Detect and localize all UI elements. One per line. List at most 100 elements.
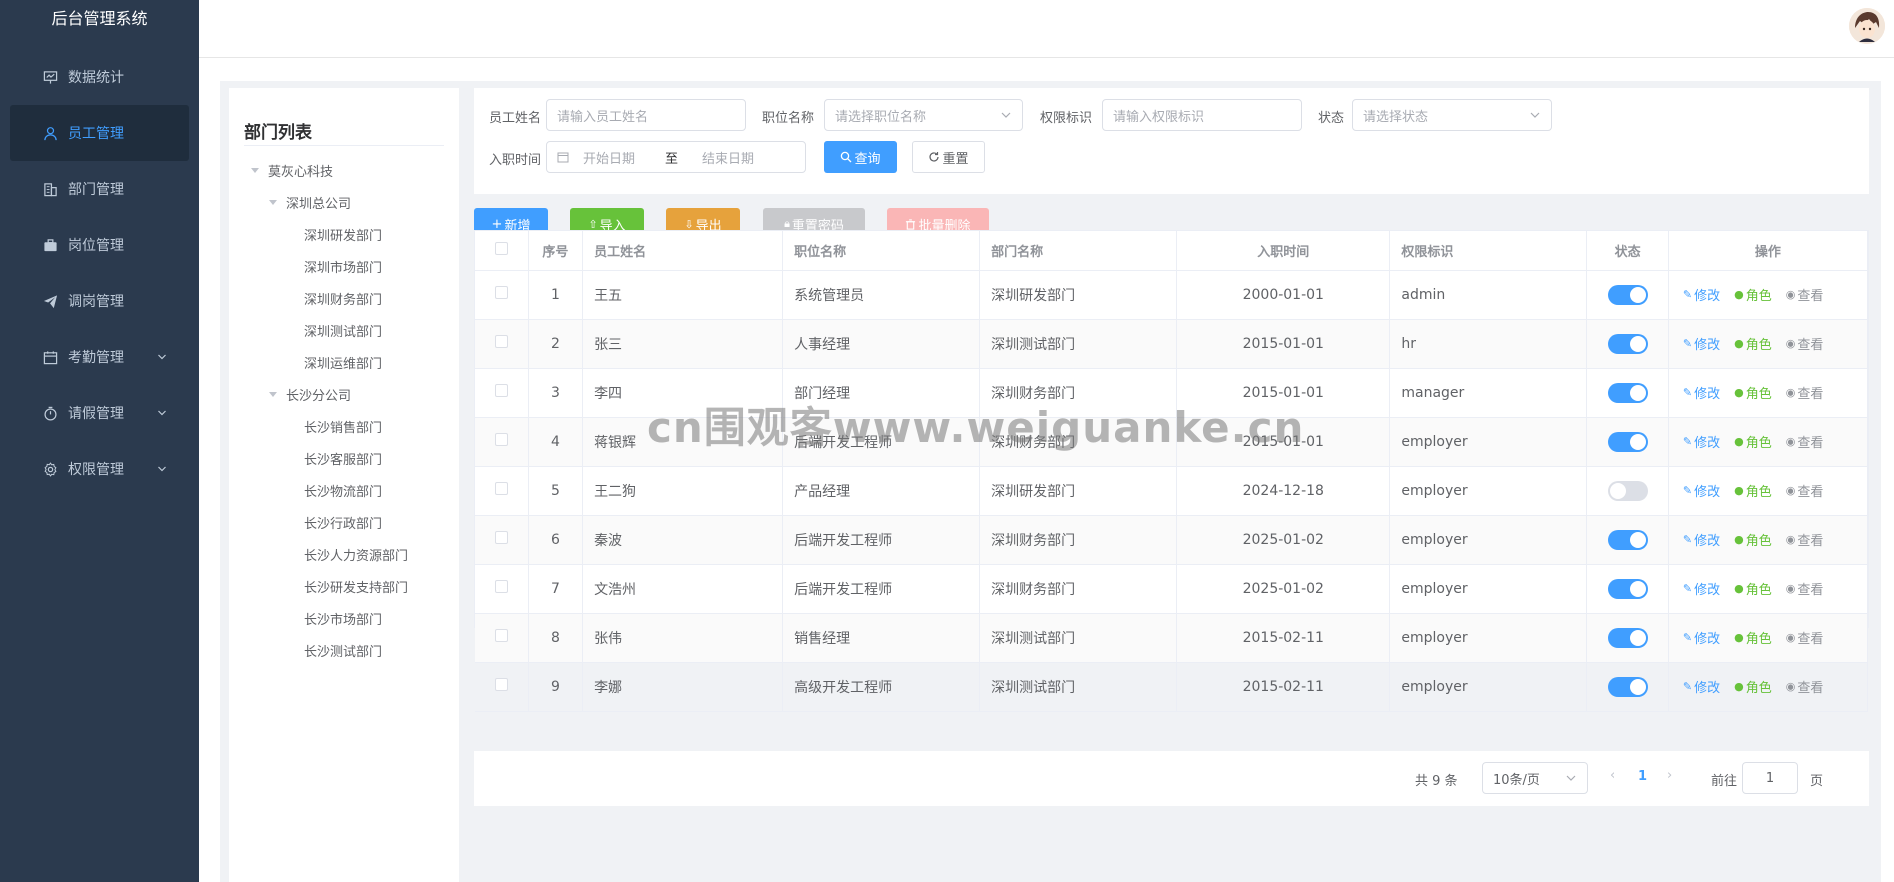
status-select[interactable]: 请选择状态 (1352, 99, 1552, 131)
row-checkbox[interactable] (494, 286, 508, 299)
edit-button[interactable]: ✎ 修改 (1683, 481, 1720, 500)
position-select[interactable]: 请选择职位名称 (824, 99, 1023, 131)
role-button[interactable]: ● 角色 (1734, 481, 1772, 500)
tree-node-leaf[interactable]: 长沙市场部门 (304, 609, 382, 628)
tree-node-root[interactable]: 莫灰心科技 (251, 161, 333, 180)
role-button[interactable]: ● 角色 (1734, 530, 1772, 549)
role-button[interactable]: ● 角色 (1734, 628, 1772, 647)
table-row: 7 文浩州 后端开发工程师 深圳财务部门 2025-01-02 employer ✎ 修改 ● 角… (475, 564, 1869, 614)
button-label: 角色 (1745, 485, 1772, 500)
status-cell (1586, 270, 1669, 320)
row-checkbox[interactable] (494, 335, 508, 348)
row-checkbox[interactable] (494, 433, 508, 446)
sidebar-item-employee[interactable]: 员工管理 (10, 105, 189, 161)
row-checkbox[interactable] (494, 629, 508, 642)
tree-node-group[interactable]: 深圳总公司 (269, 193, 351, 212)
status-switch[interactable] (1607, 578, 1648, 599)
button-label: 查询 (854, 151, 881, 167)
view-button[interactable]: ◉ 查看 (1786, 579, 1824, 598)
edit-button[interactable]: ✎ 修改 (1683, 628, 1720, 647)
row-checkbox[interactable] (494, 531, 508, 544)
main-content: 部门列表 莫灰心科技 深圳总公司 深圳研发部门 深圳市场部门 深圳财务部门 深圳… (199, 58, 1894, 882)
refresh-icon (928, 151, 940, 163)
status-switch[interactable] (1607, 333, 1648, 354)
sidebar-item-transfer[interactable]: 调岗管理 (10, 273, 189, 329)
sidebar-item-position[interactable]: 岗位管理 (10, 217, 189, 273)
next-page-icon[interactable]: › (1667, 768, 1672, 783)
role-button[interactable]: ● 角色 (1734, 677, 1772, 696)
row-checkbox[interactable] (494, 678, 508, 691)
sidebar-item-permission[interactable]: 权限管理 (10, 441, 189, 497)
employee-name-input[interactable]: 请输入员工姓名 (546, 99, 746, 131)
edit-icon: ✎ (1682, 680, 1693, 693)
tree-node-leaf[interactable]: 深圳市场部门 (304, 257, 382, 276)
edit-button[interactable]: ✎ 修改 (1683, 334, 1720, 353)
role-button[interactable]: ● 角色 (1734, 432, 1772, 451)
status-switch[interactable] (1607, 676, 1648, 697)
view-button[interactable]: ◉ 查看 (1786, 530, 1824, 549)
view-button[interactable]: ◉ 查看 (1786, 481, 1824, 500)
tree-node-group[interactable]: 长沙分公司 (269, 385, 351, 404)
status-switch[interactable] (1607, 431, 1648, 452)
edit-icon: ✎ (1682, 435, 1693, 448)
tree-node-leaf[interactable]: 深圳财务部门 (304, 289, 382, 308)
edit-button[interactable]: ✎ 修改 (1683, 432, 1720, 451)
role-button[interactable]: ● 角色 (1734, 383, 1772, 402)
row-checkbox[interactable] (494, 384, 508, 397)
eye-icon: ◉ (1785, 680, 1796, 693)
user-avatar[interactable] (1849, 8, 1885, 44)
query-button[interactable]: 查询 (824, 141, 897, 173)
role-button[interactable]: ● 角色 (1734, 285, 1772, 304)
row-checkbox[interactable] (494, 580, 508, 593)
row-checkbox[interactable] (494, 482, 508, 495)
button-label: 修改 (1694, 289, 1721, 304)
tree-node-leaf[interactable]: 长沙物流部门 (304, 481, 382, 500)
status-switch[interactable] (1607, 284, 1648, 305)
sidebar-item-data-stats[interactable]: 数据统计 (10, 49, 189, 105)
goto-page-input[interactable]: 1 (1742, 762, 1798, 794)
user-icon: ● (1734, 386, 1744, 399)
view-button[interactable]: ◉ 查看 (1786, 628, 1824, 647)
edit-button[interactable]: ✎ 修改 (1683, 530, 1720, 549)
permission-input[interactable]: 请输入权限标识 (1102, 99, 1302, 131)
view-button[interactable]: ◉ 查看 (1786, 677, 1824, 696)
view-button[interactable]: ◉ 查看 (1786, 383, 1824, 402)
view-button[interactable]: ◉ 查看 (1786, 334, 1824, 353)
prev-page-icon[interactable]: ‹ (1610, 768, 1615, 783)
sidebar-item-department[interactable]: 部门管理 (10, 161, 189, 217)
page-size-select[interactable]: 10条/页 (1482, 762, 1588, 794)
tree-node-label: 深圳测试部门 (304, 325, 383, 340)
tree-node-leaf[interactable]: 深圳研发部门 (304, 225, 382, 244)
select-all-checkbox[interactable] (494, 241, 508, 255)
tree-node-leaf[interactable]: 长沙销售部门 (304, 417, 382, 436)
position-name: 后端开发工程师 (782, 515, 981, 565)
tree-node-leaf[interactable]: 长沙行政部门 (304, 513, 382, 532)
sidebar-item-attendance[interactable]: 考勤管理 (10, 329, 189, 385)
date-range-picker[interactable]: 开始日期 至 结束日期 (546, 141, 806, 173)
status-switch[interactable] (1607, 382, 1648, 403)
sidebar-item-label: 调岗管理 (68, 294, 124, 310)
role-button[interactable]: ● 角色 (1734, 334, 1772, 353)
view-button[interactable]: ◉ 查看 (1786, 432, 1824, 451)
pagination: 共 9 条 10条/页 ‹ 1 › 前往 1 页 (474, 751, 1869, 806)
edit-button[interactable]: ✎ 修改 (1683, 677, 1720, 696)
tree-node-leaf[interactable]: 长沙测试部门 (304, 641, 382, 660)
edit-button[interactable]: ✎ 修改 (1683, 285, 1720, 304)
status-switch[interactable] (1607, 529, 1648, 550)
reset-button[interactable]: 重置 (912, 141, 985, 173)
status-switch[interactable] (1607, 480, 1648, 501)
current-page[interactable]: 1 (1638, 769, 1647, 784)
role-button[interactable]: ● 角色 (1734, 579, 1772, 598)
edit-button[interactable]: ✎ 修改 (1683, 579, 1720, 598)
tree-node-leaf[interactable]: 深圳测试部门 (304, 321, 382, 340)
button-label: 查看 (1797, 485, 1824, 500)
view-button[interactable]: ◉ 查看 (1786, 285, 1824, 304)
tree-node-leaf[interactable]: 长沙人力资源部门 (304, 545, 408, 564)
tree-node-leaf[interactable]: 长沙研发支持部门 (304, 577, 408, 596)
sidebar-item-leave[interactable]: 请假管理 (10, 385, 189, 441)
table-row: 9 李娜 高级开发工程师 深圳测试部门 2015-02-11 employer ✎ 修改 ● 角色… (475, 662, 1869, 712)
status-switch[interactable] (1607, 627, 1648, 648)
tree-node-leaf[interactable]: 长沙客服部门 (304, 449, 382, 468)
edit-button[interactable]: ✎ 修改 (1683, 383, 1720, 402)
tree-node-leaf[interactable]: 深圳运维部门 (304, 353, 382, 372)
